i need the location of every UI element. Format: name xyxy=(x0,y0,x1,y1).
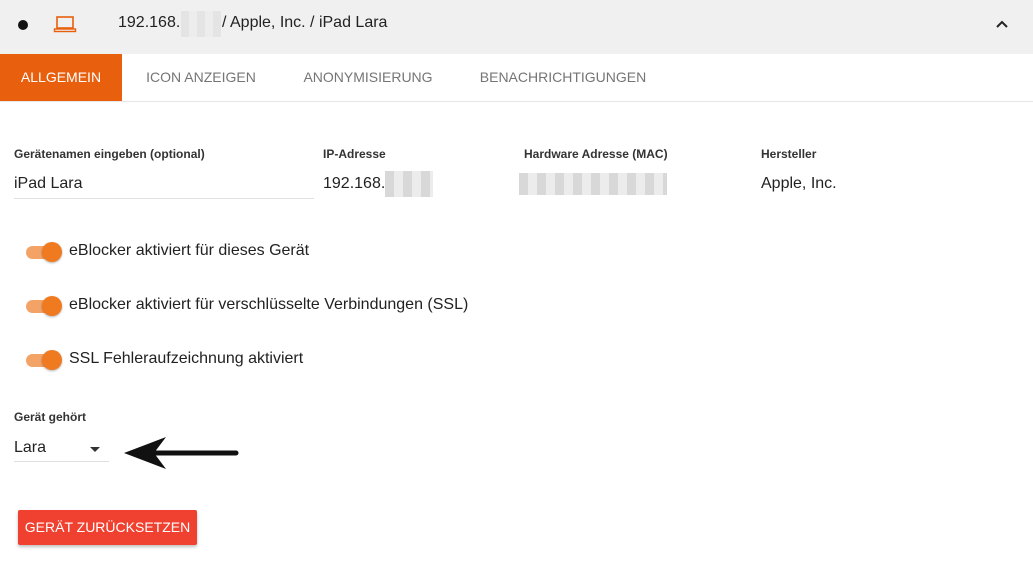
ip-value: 192.168. xyxy=(323,175,386,192)
owner-select-underline xyxy=(14,461,109,462)
tab-anonymisierung[interactable]: ANONYMISIERUNG xyxy=(286,54,450,101)
tab-allgemein[interactable]: ALLGEMEIN xyxy=(0,54,122,101)
tab-benachrichtigungen[interactable]: BENACHRICHTIGUNGEN xyxy=(463,54,663,101)
laptop-icon xyxy=(53,16,77,33)
redacted-mac xyxy=(519,173,667,195)
owner-label: Gerät gehört xyxy=(14,410,87,424)
toggle-eblocker-device[interactable] xyxy=(26,242,62,262)
breadcrumb-ip: 192.168. xyxy=(118,14,181,31)
device-name-label: Gerätenamen eingeben (optional) xyxy=(14,147,205,161)
reset-device-button[interactable]: GERÄT ZURÜCKSETZEN xyxy=(18,510,197,545)
device-name-underline xyxy=(14,198,314,199)
device-header[interactable]: 192.168. / Apple, Inc. / iPad Lara xyxy=(0,0,1033,54)
toggle-ssl-error-recording[interactable] xyxy=(26,350,62,370)
device-name-input[interactable]: iPad Lara xyxy=(14,175,83,193)
toggle-eblocker-device-label: eBlocker aktiviert für dieses Gerät xyxy=(69,242,310,259)
ip-label: IP-Adresse xyxy=(323,147,386,161)
owner-select[interactable]: Lara xyxy=(14,439,46,457)
mac-label: Hardware Adresse (MAC) xyxy=(524,147,668,161)
vendor-value: Apple, Inc. xyxy=(761,175,837,192)
redacted-ip xyxy=(385,171,433,197)
breadcrumb: / Apple, Inc. / iPad Lara xyxy=(222,14,388,31)
annotation-arrow-icon xyxy=(124,437,239,469)
tab-bar: ALLGEMEIN ICON ANZEIGEN ANONYMISIERUNG B… xyxy=(0,54,1033,102)
tab-icon-anzeigen[interactable]: ICON ANZEIGEN xyxy=(126,54,276,101)
chevron-up-icon[interactable] xyxy=(992,14,1012,34)
vendor-label: Hersteller xyxy=(761,147,817,161)
chevron-down-icon[interactable] xyxy=(90,447,100,452)
redacted-ip-segment xyxy=(181,11,221,37)
status-dot-icon xyxy=(18,20,28,30)
toggle-eblocker-ssl-label: eBlocker aktiviert für verschlüsselte Ve… xyxy=(69,296,469,313)
toggle-ssl-error-recording-label: SSL Fehleraufzeichnung aktiviert xyxy=(69,350,304,367)
toggle-eblocker-ssl[interactable] xyxy=(26,296,62,316)
